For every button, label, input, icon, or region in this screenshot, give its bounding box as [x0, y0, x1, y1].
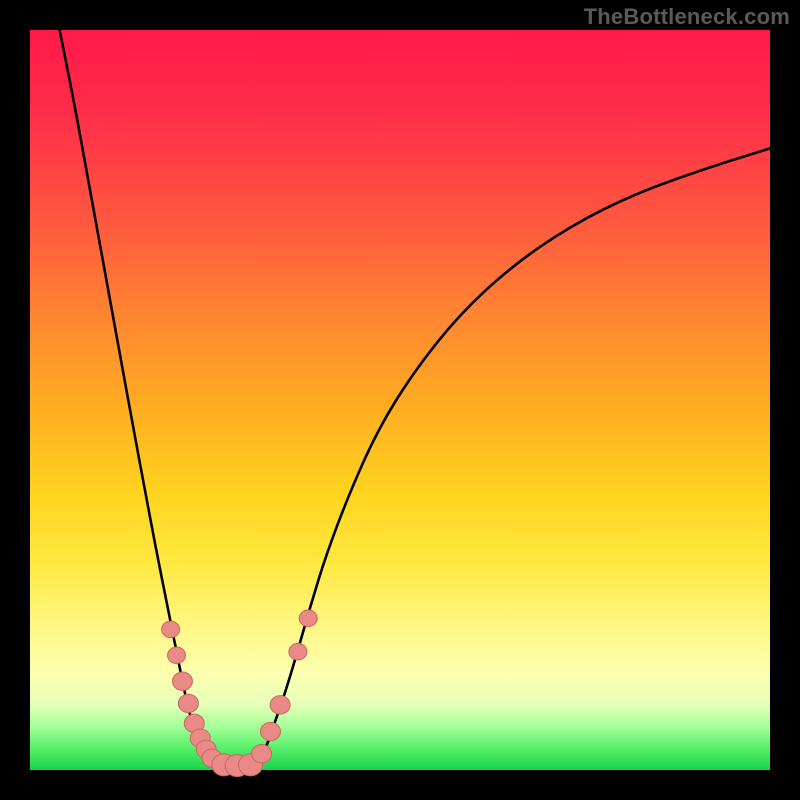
data-point-marker	[178, 694, 198, 712]
data-point-marker	[289, 643, 307, 660]
data-point-marker	[252, 745, 272, 763]
data-point-marker	[270, 696, 290, 714]
series-right-curve	[252, 148, 770, 770]
data-point-marker	[168, 647, 186, 664]
curve-layer	[60, 30, 770, 770]
data-point-marker	[172, 672, 192, 690]
data-point-marker	[261, 722, 281, 740]
series-left-curve	[60, 30, 223, 770]
data-point-marker	[299, 610, 317, 627]
chart-frame: TheBottleneck.com	[0, 0, 800, 800]
chart-svg	[30, 30, 770, 770]
plot-area	[30, 30, 770, 770]
data-point-marker	[162, 621, 180, 638]
watermark-text: TheBottleneck.com	[584, 4, 790, 30]
